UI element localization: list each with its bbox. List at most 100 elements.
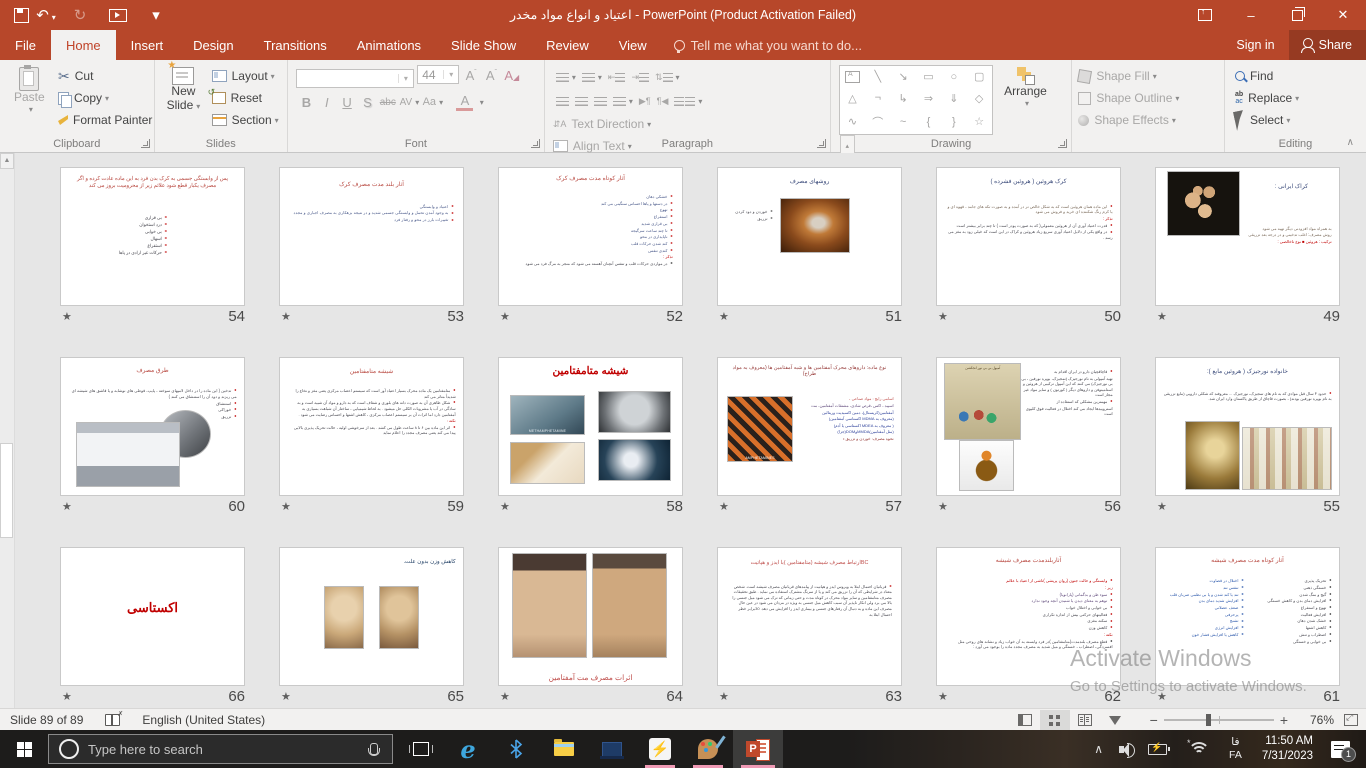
ribbon-display-options-button[interactable] [1182,0,1228,30]
copy-button[interactable]: Copy▾ [58,87,152,109]
tab-home[interactable]: Home [51,30,116,60]
battery-icon[interactable] [1148,744,1167,755]
align-center-button[interactable] [575,97,588,106]
text-shadow-button[interactable]: S [359,95,376,110]
slide-thumbnail-53[interactable]: آثار بلند مدت مصرف کرک◄اعتیاد و وابستگی◄… [279,167,464,306]
taskbar-search-box[interactable]: Type here to search [48,734,393,764]
tab-animations[interactable]: Animations [342,30,436,60]
normal-view-button[interactable] [1010,710,1040,731]
tab-insert[interactable]: Insert [116,30,179,60]
taskbar-computer-button[interactable] [589,730,635,768]
replace-button[interactable]: abacReplace▾ [1235,87,1366,109]
taskbar-clock[interactable]: 11:50 AM7/31/2023 [1252,734,1323,764]
zoom-level[interactable]: 76% [1302,713,1334,727]
clipboard-dialog-launcher[interactable] [141,139,150,148]
share-button[interactable]: Share [1289,30,1366,60]
scroll-up-arrow-icon[interactable]: ▲ [0,153,14,169]
shape-outline-button[interactable]: Shape Outline▾ [1078,87,1224,109]
shapes-gallery[interactable]: ╲↘▭○▢ △¬↳⇒⇓◇ ∿⌒~{}☆ [839,65,993,135]
language-indicator[interactable]: English (United States) [142,713,265,727]
format-painter-button[interactable]: Format Painter [58,109,152,131]
slide-thumbnail-60[interactable]: طرق مصرف◄تدخین ( این ماده را در داخل لام… [60,357,245,496]
slide-thumbnail-54[interactable]: پس از وابستگی جسمی به کرک بدن فرد به این… [60,167,245,306]
slide-thumbnail-52[interactable]: آثار کوتاه مدت مصرف کرک◄خشکی دهان◄در دست… [498,167,683,306]
slide-thumbnail-50[interactable]: کرک هروئین ( هروئین فشرده )◄این ماده هما… [936,167,1121,306]
taskbar-paint-button[interactable] [685,730,731,768]
bullets-button[interactable]: ▾ [556,73,576,82]
slide-thumbnail-49[interactable]: کراک ایرانی :به همراه مواد افزودنی دیگر … [1155,167,1340,306]
bold-button[interactable]: B [298,95,315,110]
tab-transitions[interactable]: Transitions [249,30,342,60]
grow-font-button[interactable]: Aˆ [463,68,480,83]
tab-file[interactable]: File [0,30,51,60]
zoom-in-button[interactable]: + [1274,712,1294,728]
slideshow-view-button[interactable] [1100,710,1130,731]
paragraph-dialog-launcher[interactable] [817,139,826,148]
slide-thumbnail-57[interactable]: نوع ماده: داروهای محرک آمفتامین ها و شبه… [717,357,902,496]
minimize-button[interactable]: – [1228,0,1274,30]
increase-indent-button[interactable]: ⇥ [631,72,649,83]
strikethrough-button[interactable]: abc [379,97,396,108]
action-center-icon[interactable]: 1 [1331,741,1350,758]
language-switcher[interactable]: فاFA [1219,736,1252,762]
shape-effects-button[interactable]: Shape Effects▾ [1078,109,1224,131]
vertical-scrollbar[interactable]: ▲ [0,153,15,708]
clear-formatting-button[interactable]: A◢ [503,68,520,83]
volume-icon[interactable] [1119,746,1124,753]
font-size-combo[interactable]: 44▾ [417,65,459,84]
shape-fill-button[interactable]: Shape Fill▾ [1078,65,1224,87]
columns-button[interactable]: ▾ [674,97,702,106]
tell-me-box[interactable]: Tell me what you want to do... [662,30,874,60]
microphone-icon[interactable] [370,743,378,755]
taskbar-bluetooth-button[interactable] [493,730,539,768]
tray-chevron-icon[interactable]: ∧ [1086,742,1111,756]
sign-in-button[interactable]: Sign in [1222,30,1288,60]
close-button[interactable]: ✕ [1320,0,1366,30]
text-box-shape-icon[interactable] [845,71,860,83]
slide-thumbnail-58[interactable]: شیشه متامفتامینMETHAMPHETAMINE [498,357,683,496]
font-name-combo[interactable]: ▾ [296,69,414,88]
left-to-right-button[interactable]: ▶¶ [639,96,651,107]
zoom-slider[interactable] [1164,719,1274,721]
arrange-button[interactable]: Arrange▾ [998,65,1053,110]
task-view-button[interactable] [399,730,443,768]
slide-thumbnail-56[interactable]: آمپول بی بی نور انجکشن◄قاچاقچیان دارو در… [936,357,1121,496]
spell-check-icon[interactable] [105,714,120,726]
new-slide-button[interactable]: New Slide▾ [161,65,207,115]
taskbar-edge-button[interactable]: e [445,730,491,768]
fit-to-window-icon[interactable] [1344,714,1358,726]
slide-sorter-view-button[interactable] [1040,710,1070,731]
italic-button[interactable]: I [318,95,335,110]
reset-button[interactable]: Reset [212,87,279,109]
align-right-button[interactable] [594,97,607,106]
taskbar-file-explorer-button[interactable] [541,730,587,768]
font-dialog-launcher[interactable] [531,139,540,148]
layout-button[interactable]: Layout▾ [212,65,279,87]
section-button[interactable]: Section▾ [212,109,279,131]
tab-slide-show[interactable]: Slide Show [436,30,531,60]
text-direction-button[interactable]: ⇵AText Direction▾ [553,113,686,135]
scrollbar-thumb[interactable] [0,443,13,538]
wifi-icon[interactable]: * [1189,742,1209,756]
numbering-button[interactable]: ▾ [582,73,602,82]
tab-view[interactable]: View [604,30,662,60]
slide-thumbnail-63[interactable]: BCارتباط مصرف شیشه (متامفتامین )با ایدز … [717,547,902,686]
reading-view-button[interactable] [1070,710,1100,731]
underline-button[interactable]: U [339,95,356,110]
slide-thumbnail-55[interactable]: خانواده نورجیزک ( هروئین مایع ):◄حدود ۴ … [1155,357,1340,496]
slide-thumbnail-59[interactable]: شیشه متامفتامین◄متامفتامین یک ماده محرک … [279,357,464,496]
find-button[interactable]: Find [1235,65,1366,87]
tab-design[interactable]: Design [178,30,248,60]
slide-thumbnail-61[interactable]: آثار کوتاه مدت مصرف شیشه◄تحریک پذیری◄خست… [1155,547,1340,686]
slide-thumbnail-64[interactable]: اثرات مصرف مت آمفتامین [498,547,683,686]
shrink-font-button[interactable]: Aˇ [483,68,500,83]
slide-thumbnail-65[interactable]: کاهش وزن بدون علت. [279,547,464,686]
zoom-out-button[interactable]: − [1144,712,1164,728]
decrease-indent-button[interactable]: ⇤ [608,72,626,83]
cut-button[interactable]: ✂Cut [58,65,152,87]
align-left-button[interactable] [556,97,569,106]
collapse-ribbon-button[interactable]: ∧ [1347,137,1354,148]
restore-button[interactable] [1274,0,1320,30]
slide-thumbnail-62[interactable]: آثاربلندمدت مصرف شیشه◄وابستگی و حالت جنو… [936,547,1121,686]
slide-thumbnail-66[interactable]: اکستاسی [60,547,245,686]
